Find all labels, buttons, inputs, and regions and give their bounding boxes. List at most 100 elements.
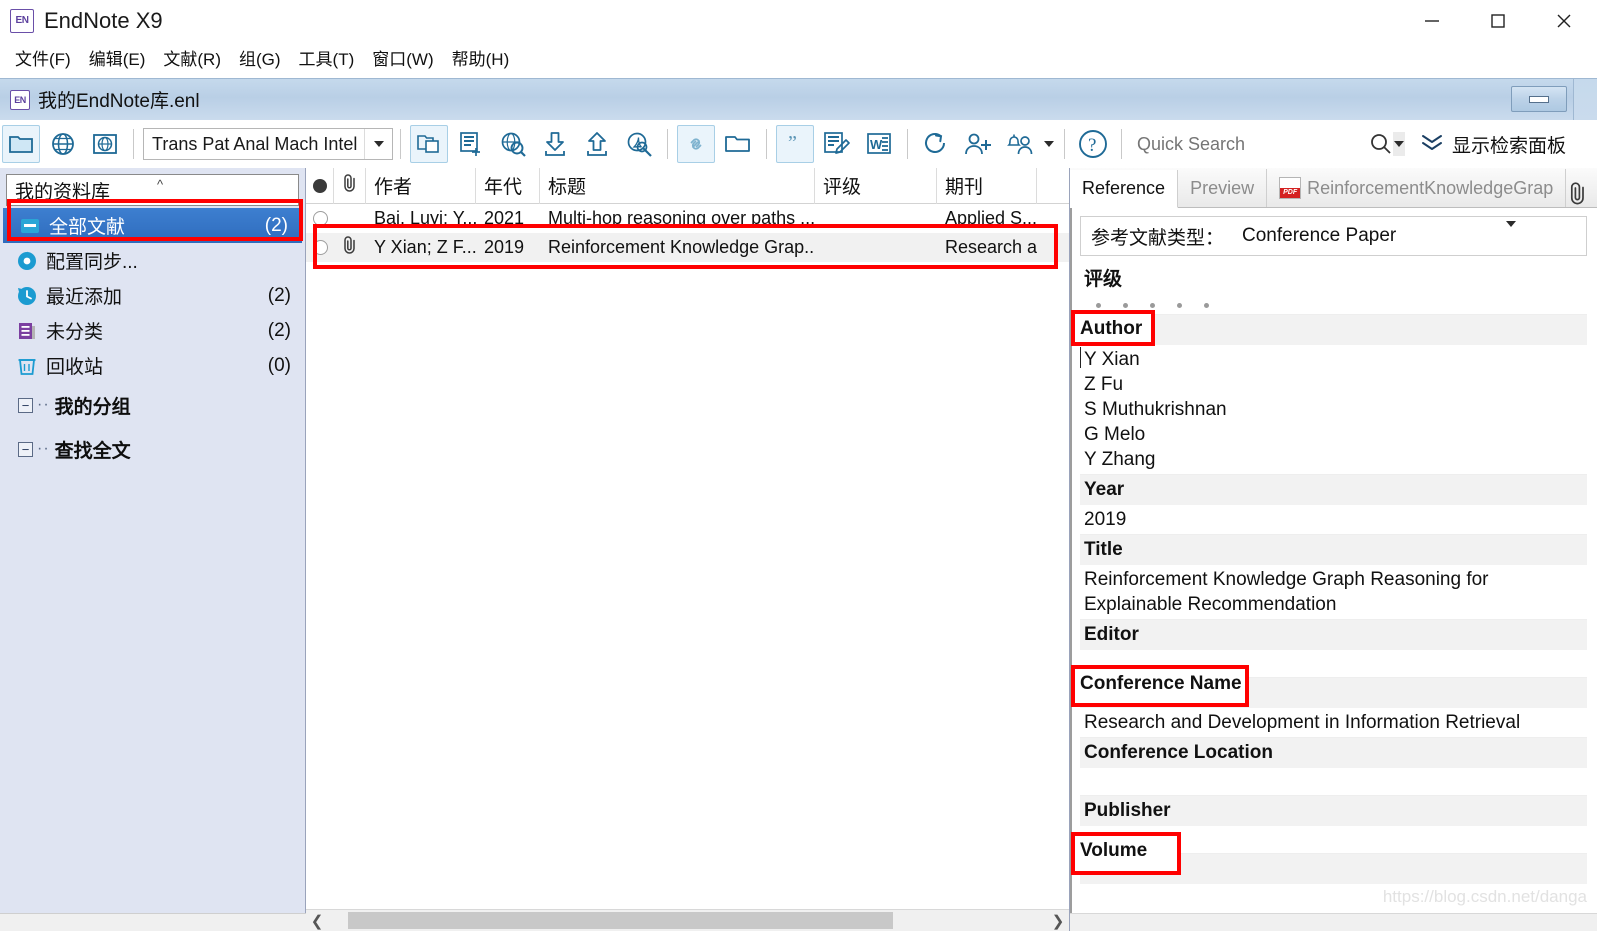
sidebar-item-all-references[interactable]: 全部文献 (2) xyxy=(3,208,302,243)
column-author[interactable]: 作者 xyxy=(366,167,476,204)
scroll-thumb[interactable] xyxy=(348,912,893,929)
minimize-button[interactable] xyxy=(1399,0,1465,41)
menu-edit[interactable]: 编辑(E) xyxy=(80,42,155,73)
folder-icon[interactable] xyxy=(2,125,40,163)
field-label-editor: Editor xyxy=(1080,619,1587,650)
tab-reference[interactable]: Reference xyxy=(1070,170,1179,208)
show-search-panel-button[interactable]: 显示检索面板 xyxy=(1419,131,1566,158)
sync-icon[interactable] xyxy=(915,124,957,164)
column-title[interactable]: 标题 xyxy=(540,167,815,204)
menu-references[interactable]: 文献(R) xyxy=(154,42,230,73)
field-value-publisher[interactable] xyxy=(1080,826,1587,853)
tab-preview[interactable]: Preview xyxy=(1178,169,1268,207)
export-icon[interactable] xyxy=(576,124,618,164)
menu-tools[interactable]: 工具(T) xyxy=(290,42,364,73)
endnote-application-window: EN EndNote X9 文件(F) 编辑(E) 文献(R) 组(G) 工具(… xyxy=(0,0,1597,931)
word-icon[interactable]: W xyxy=(858,124,900,164)
help-icon[interactable]: ? xyxy=(1072,124,1114,164)
rating-dot[interactable] xyxy=(1150,303,1155,308)
table-row[interactable]: Bai, Luyi; Y... 2021 Multi-hop reasoning… xyxy=(306,204,1069,233)
sidebar-item-recently-added[interactable]: 最近添加 (2) xyxy=(0,278,305,313)
highlight-author-label: Author xyxy=(1080,318,1143,339)
globe-icon[interactable] xyxy=(42,124,84,164)
reference-pane-bottom-scrollbar[interactable] xyxy=(1070,913,1597,931)
search-options-dropdown[interactable] xyxy=(1393,132,1405,156)
reference-list-horizontal-scrollbar[interactable]: ❮ ❯ xyxy=(306,909,1069,931)
sidebar-group-my-groups[interactable]: − ·· 我的分组 xyxy=(0,383,305,427)
sidebar-item-trash[interactable]: 回收站 (0) xyxy=(0,348,305,383)
field-label-publisher: Publisher xyxy=(1080,795,1587,826)
maximize-button[interactable] xyxy=(1465,0,1531,41)
column-attachment[interactable] xyxy=(334,167,366,204)
tab-pdf-attachment[interactable]: PDF ReinforcementKnowledgeGrap xyxy=(1267,169,1567,207)
read-status-icon xyxy=(312,178,327,193)
sidebar-item-label: 未分类 xyxy=(46,322,104,343)
sidebar-scrollbar[interactable] xyxy=(0,913,306,931)
column-year[interactable]: 年代 xyxy=(476,167,540,204)
sidebar-group-find-fulltext[interactable]: − ·· 查找全文 xyxy=(0,427,305,471)
menu-groups[interactable]: 组(G) xyxy=(230,42,290,73)
open-link-icon[interactable] xyxy=(677,125,715,163)
share-library-icon[interactable] xyxy=(957,124,999,164)
column-read-status[interactable] xyxy=(306,167,334,204)
close-button[interactable] xyxy=(1531,0,1597,41)
column-rating[interactable]: 评级 xyxy=(815,167,937,204)
library-window-edge xyxy=(1573,79,1597,121)
rating-dot[interactable] xyxy=(1096,303,1101,308)
groups-sidebar: 我的资料库 ^ 全部文献 (2) 配置同步... 最近添加 (2) 未分类 (2… xyxy=(0,168,306,931)
column-journal[interactable]: 期刊 xyxy=(937,167,1037,204)
chevron-down-icon[interactable] xyxy=(1506,221,1516,245)
table-row[interactable]: Y Xian; Z F... 2019 Reinforcement Knowle… xyxy=(306,233,1069,262)
output-style-combo[interactable]: Trans Pat Anal Mach Intel xyxy=(143,128,393,160)
open-file-icon[interactable] xyxy=(717,124,759,164)
import-icon[interactable] xyxy=(534,124,576,164)
find-fulltext-pdf-icon[interactable] xyxy=(618,124,660,164)
row-read-status[interactable] xyxy=(306,204,334,233)
chevron-right-icon[interactable]: ❯ xyxy=(1047,912,1069,930)
field-value-author[interactable]: Y Xian Z Fu S Muthukrishnan G Melo Y Zha… xyxy=(1080,345,1587,474)
activity-feed-icon[interactable] xyxy=(999,124,1041,164)
menu-help[interactable]: 帮助(H) xyxy=(443,42,519,73)
menu-window[interactable]: 窗口(W) xyxy=(363,42,442,73)
reference-list-header: 作者 年代 标题 评级 期刊 xyxy=(306,167,1069,204)
window-title: EndNote X9 xyxy=(44,7,163,33)
field-value-conference-name[interactable]: Research and Development in Information … xyxy=(1080,708,1587,737)
online-search-icon[interactable] xyxy=(492,124,534,164)
chevron-left-icon[interactable]: ❮ xyxy=(306,912,328,930)
svg-text:?: ? xyxy=(1088,135,1096,156)
rating-dot[interactable] xyxy=(1123,303,1128,308)
all-references-icon xyxy=(17,214,43,238)
search-icon[interactable] xyxy=(1369,132,1393,156)
edit-citation-icon[interactable] xyxy=(816,124,858,164)
minus-box-icon[interactable]: − xyxy=(18,397,33,413)
copy-folder-icon[interactable] xyxy=(410,125,448,163)
sidebar-item-unfiled[interactable]: 未分类 (2) xyxy=(0,313,305,348)
attachment-icon[interactable] xyxy=(1566,181,1596,207)
chevron-down-icon[interactable] xyxy=(1041,124,1057,164)
attachment-icon xyxy=(341,173,359,199)
library-minimize-button[interactable] xyxy=(1511,86,1567,112)
globe-folder-icon[interactable] xyxy=(84,124,126,164)
search-input[interactable] xyxy=(1137,133,1369,155)
toolbar-separator xyxy=(133,129,134,159)
sidebar-item-configure-sync[interactable]: 配置同步... xyxy=(0,243,305,278)
rating-stars[interactable] xyxy=(1080,295,1587,314)
highlight-volume-label: Volume xyxy=(1080,840,1148,861)
library-header[interactable]: 我的资料库 ^ xyxy=(6,174,299,206)
field-value-year[interactable]: 2019 xyxy=(1080,505,1587,534)
minus-box-icon[interactable]: − xyxy=(18,441,33,457)
field-value-conference-location[interactable] xyxy=(1080,768,1587,795)
new-reference-icon[interactable] xyxy=(450,124,492,164)
row-rating xyxy=(815,204,937,233)
quote-icon[interactable]: ” xyxy=(776,125,814,163)
reference-type-selector[interactable]: 参考文献类型： Conference Paper xyxy=(1080,216,1587,256)
rating-dot[interactable] xyxy=(1177,303,1182,308)
chevron-up-icon[interactable]: ^ xyxy=(157,177,163,192)
scroll-track[interactable] xyxy=(328,912,1047,929)
toolbar-separator xyxy=(766,129,767,159)
field-value-title[interactable]: Reinforcement Knowledge Graph Reasoning … xyxy=(1080,565,1587,619)
menu-file[interactable]: 文件(F) xyxy=(6,42,80,73)
rating-dot[interactable] xyxy=(1204,303,1209,308)
chevron-down-icon[interactable] xyxy=(364,129,392,159)
row-read-status[interactable] xyxy=(306,233,334,262)
